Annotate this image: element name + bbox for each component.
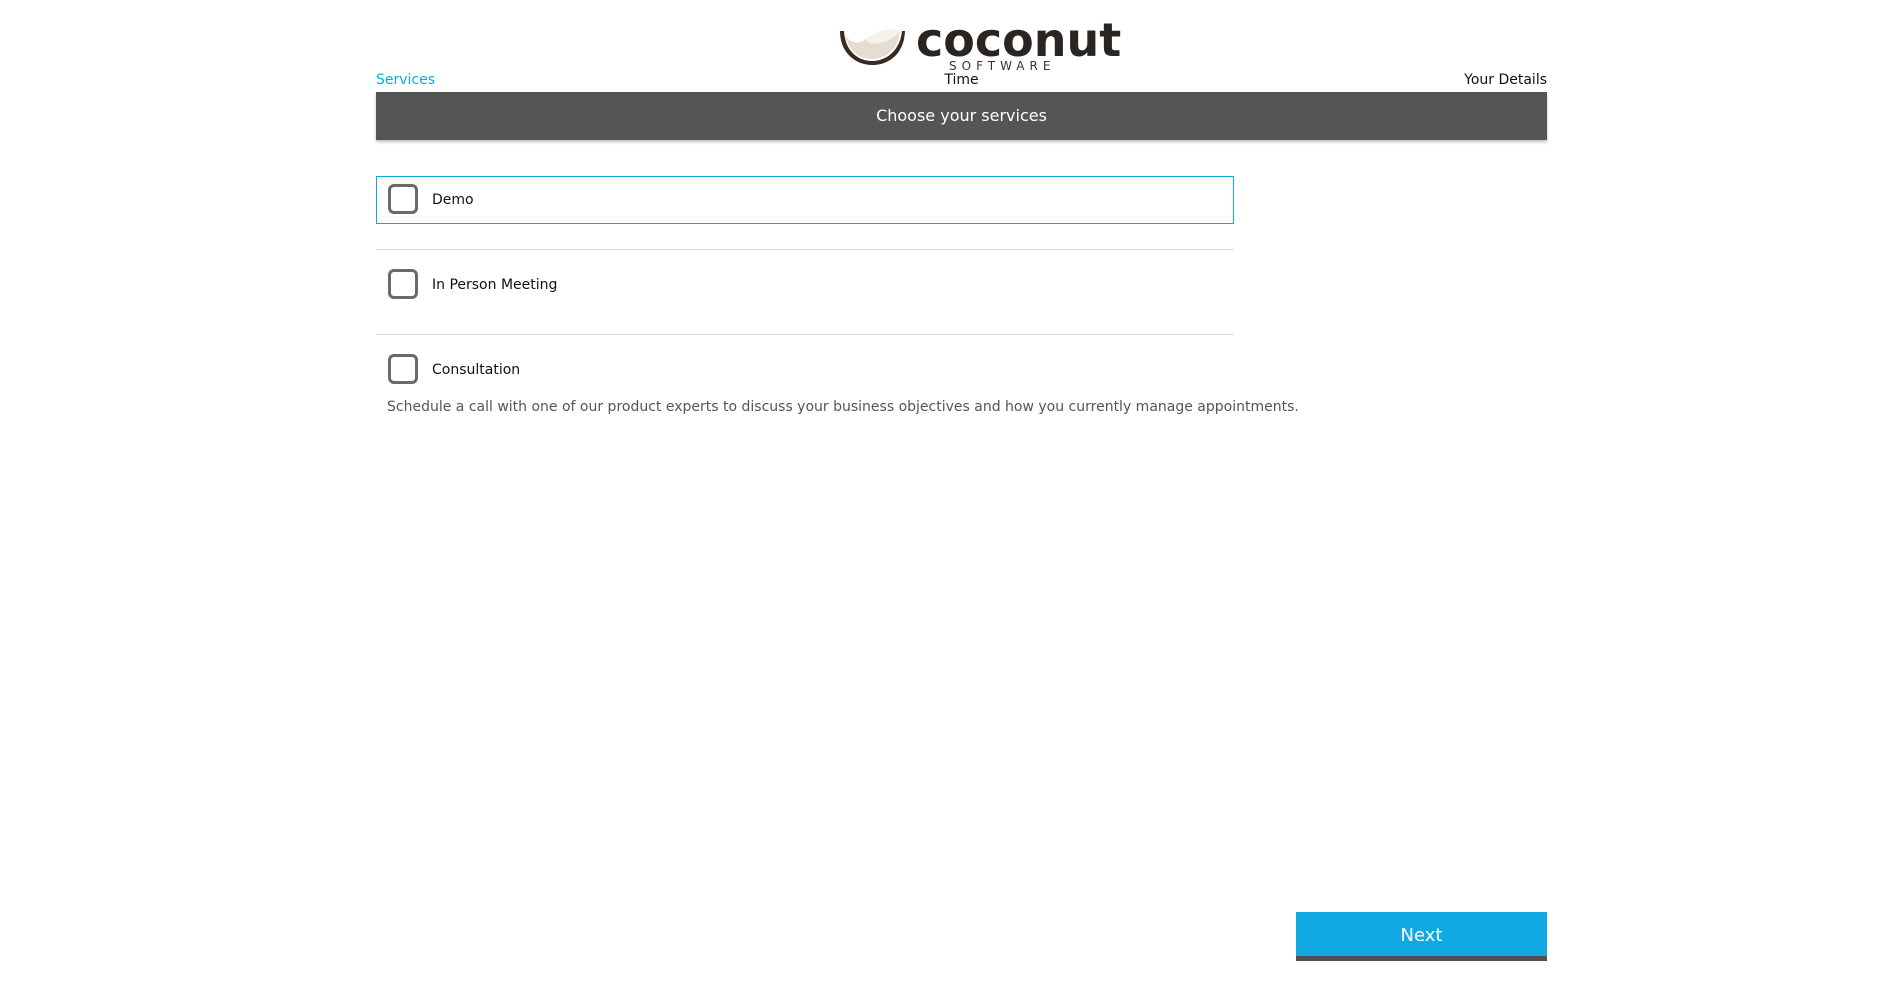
divider	[376, 249, 1234, 250]
step-your-details[interactable]: Your Details	[1464, 71, 1547, 89]
service-row[interactable]: Demo	[376, 176, 1234, 224]
brand-name: coconut	[916, 13, 1122, 67]
service-row[interactable]: Consultation	[376, 346, 1234, 394]
next-button[interactable]: Next	[1296, 912, 1547, 961]
service-label: Demo	[432, 192, 474, 208]
divider	[376, 334, 1234, 335]
service-checkbox[interactable]	[388, 184, 418, 214]
coconut-shell-icon	[840, 29, 905, 65]
service-option-consultation[interactable]: Consultation	[376, 346, 1234, 394]
service-checkbox[interactable]	[388, 354, 418, 384]
booking-steps: Services Time Your Details	[376, 71, 1547, 89]
section-header: Choose your services	[376, 92, 1547, 140]
coconut-software-logo: coconut SOFTWARE	[836, 17, 1121, 73]
service-option-demo[interactable]: Demo	[376, 176, 1234, 224]
service-description: Schedule a call with one of our product …	[387, 399, 1299, 415]
step-time[interactable]: Time	[376, 71, 1547, 89]
service-label: Consultation	[432, 362, 521, 378]
service-option-in-person-meeting[interactable]: In Person Meeting	[376, 261, 1234, 309]
booking-page: coconut SOFTWARE Services Time Your Deta…	[0, 0, 1902, 988]
service-checkbox[interactable]	[388, 269, 418, 299]
service-row[interactable]: In Person Meeting	[376, 261, 1234, 309]
service-label: In Person Meeting	[432, 277, 558, 293]
